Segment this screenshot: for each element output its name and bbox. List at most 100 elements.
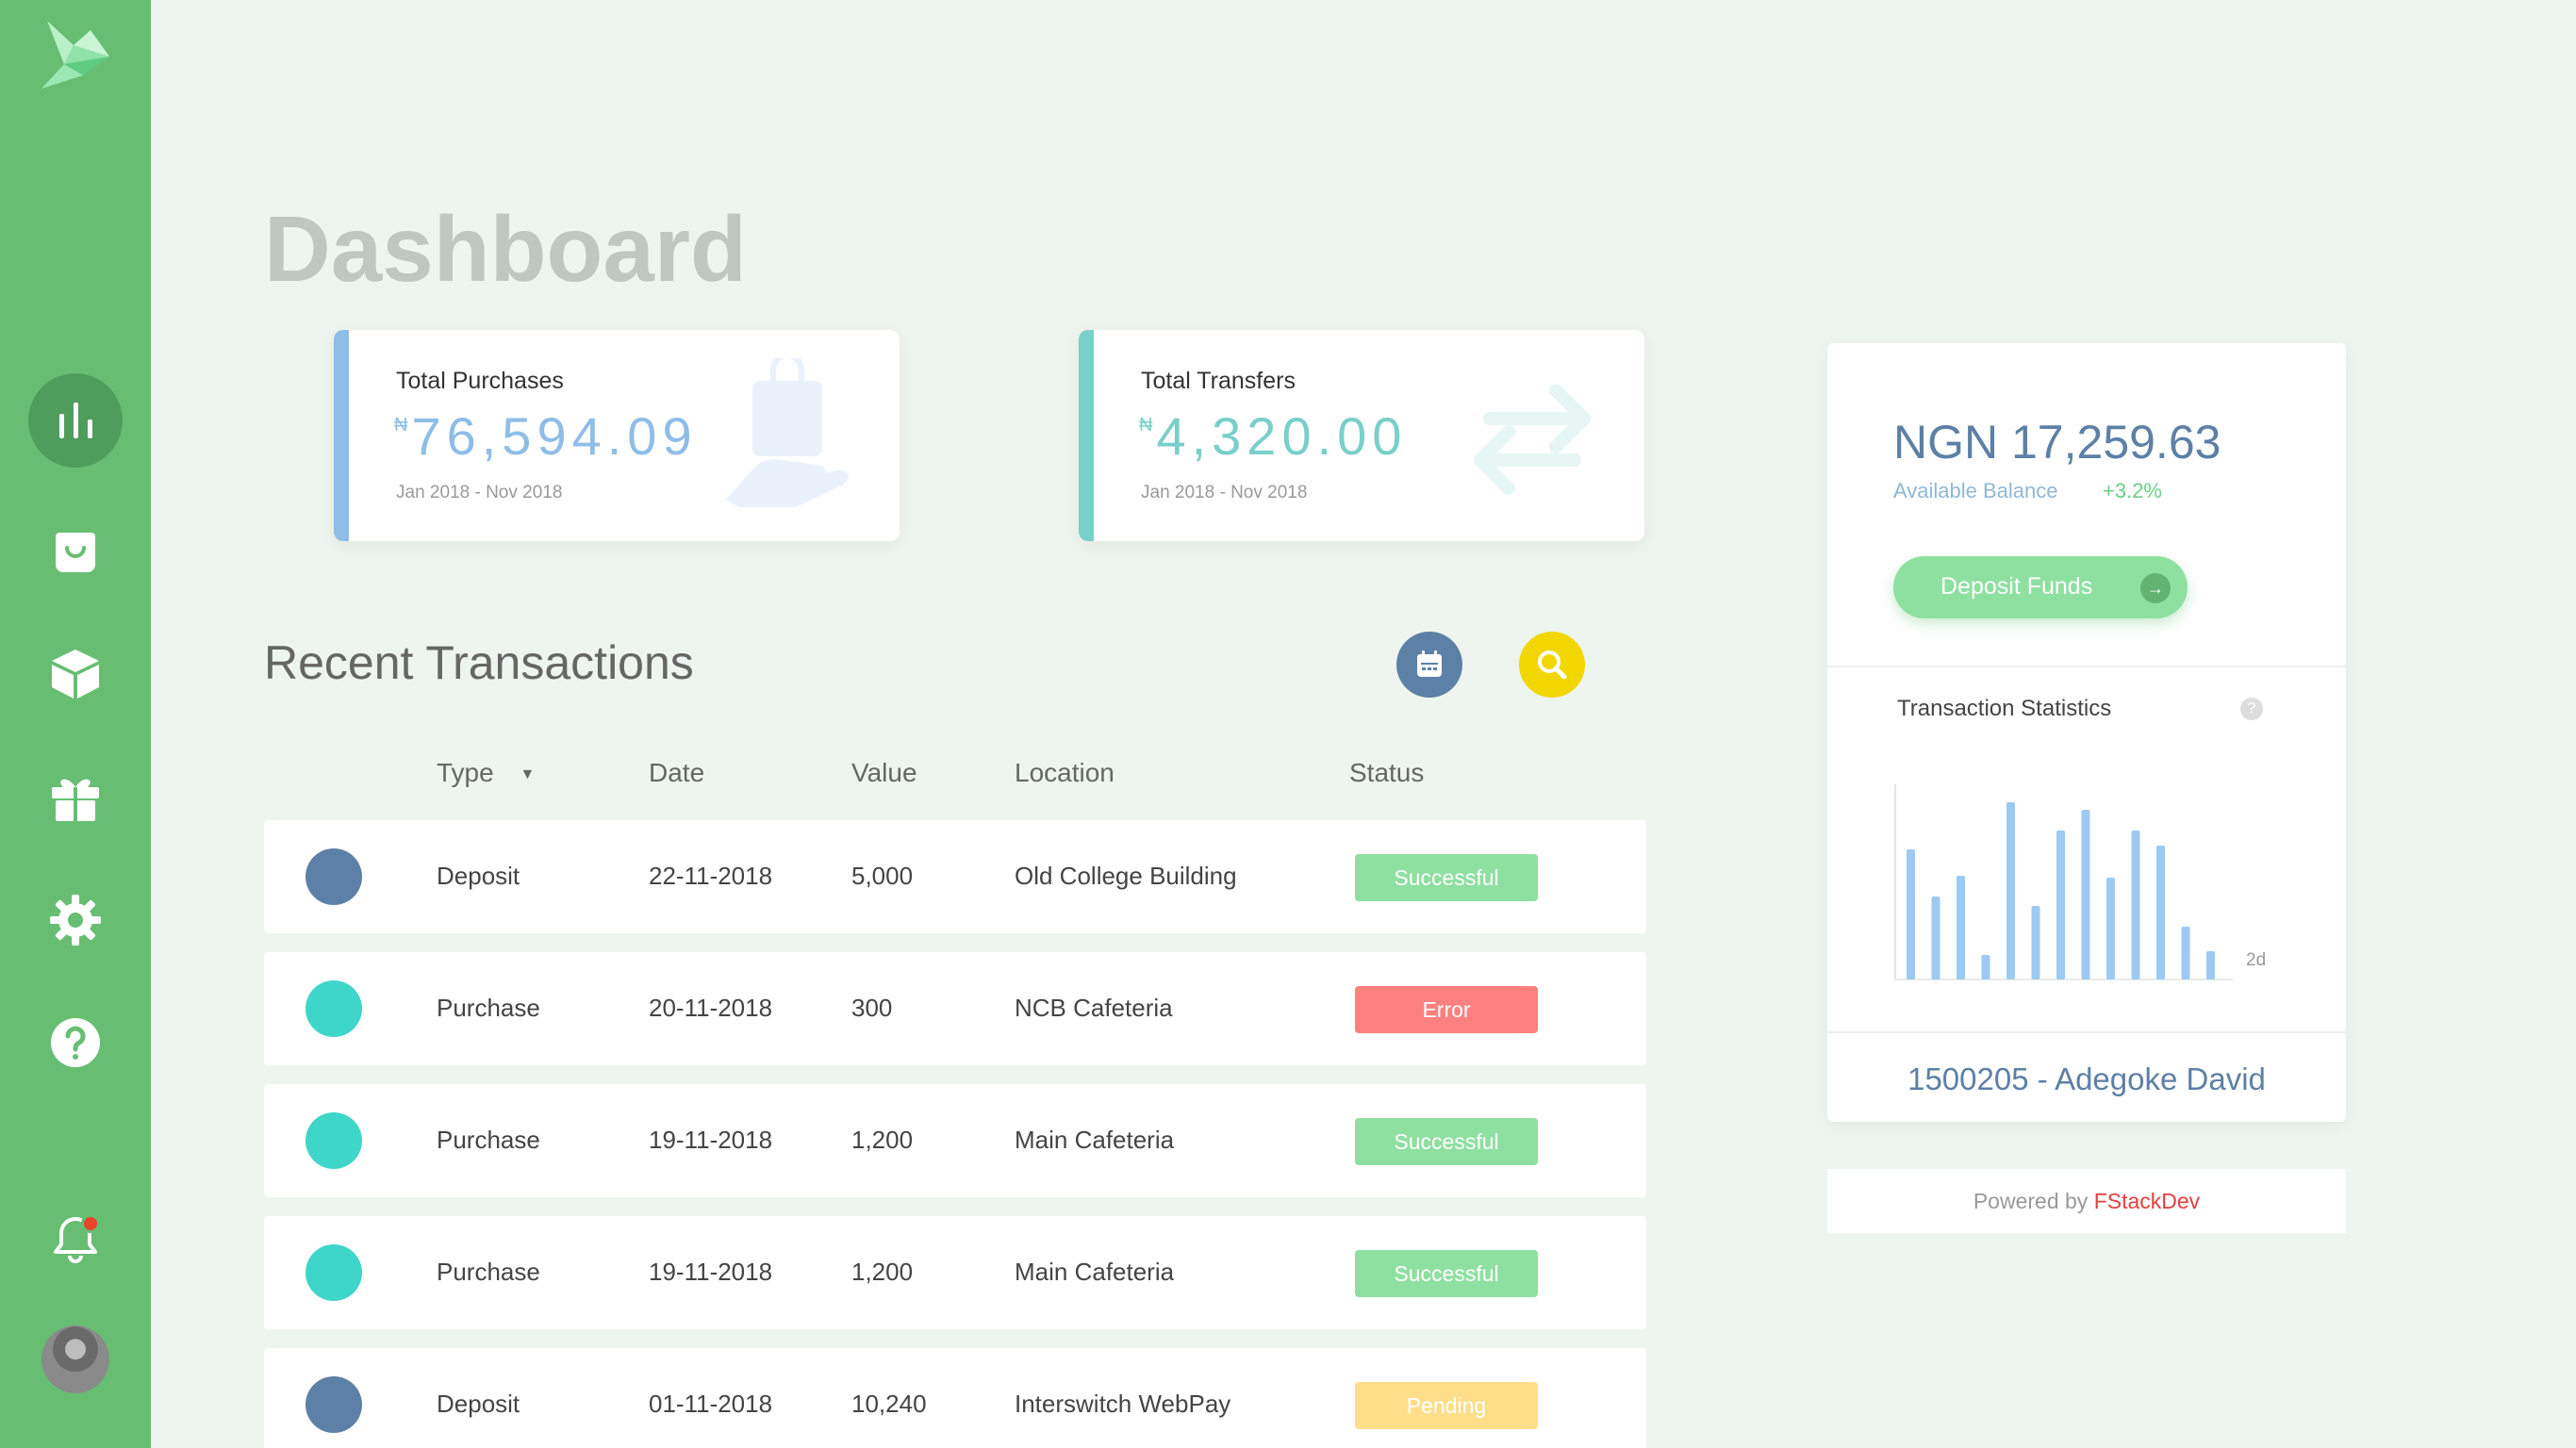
header-date: Date [649,758,705,787]
header-type[interactable]: Type ▼ [437,758,535,788]
card-period: Jan 2018 - Nov 2018 [1141,483,1308,502]
cell-location: Interswitch WebPay [1015,1390,1231,1418]
nav-products[interactable] [28,626,123,720]
chart-bar [1981,955,1990,979]
recent-transactions-title: Recent Transactions [264,636,694,689]
card-label: Total Purchases [396,368,564,394]
table-row[interactable]: Purchase 19-11-2018 1,200 Main Cafeteria Suc… [264,1084,1646,1197]
arrow-right-icon: → [2140,573,2171,603]
footer: Powered by FStackDev [1827,1169,2346,1233]
cell-value: 5,000 [851,862,914,890]
cell-type: Deposit [437,862,520,890]
avatar[interactable] [41,1325,109,1393]
type-indicator [305,980,362,1037]
nav-settings[interactable] [28,873,123,967]
cell-location: Main Cafeteria [1015,1258,1175,1286]
deposit-button-label: Deposit Funds [1940,573,2093,600]
chart-bar [1957,876,1965,979]
cell-value: 300 [851,994,893,1022]
card-amount: ₦4,320.00 [1139,405,1407,467]
table-row[interactable]: Purchase 19-11-2018 1,200 Main Cafeteria Suc… [264,1216,1646,1329]
header-type-label: Type [437,758,494,787]
page-title: Dashboard [264,197,747,301]
chart-bar [1931,897,1940,979]
logo [41,21,109,89]
cell-value: 1,200 [851,1126,914,1154]
total-purchases-card: Total Purchases ₦76,594.09 Jan 2018 - No… [334,330,900,541]
status-badge: Successful [1355,854,1538,901]
table-row[interactable]: Deposit 22-11-2018 5,000 Old College Buildi… [264,820,1646,933]
total-transfers-card: Total Transfers ₦4,320.00 Jan 2018 - Nov… [1079,330,1644,541]
chart-bar [2081,810,2090,979]
cell-location: Old College Building [1015,862,1237,890]
status-badge: Pending [1355,1382,1538,1429]
box-icon [52,650,99,699]
chart-bar [2056,831,2065,979]
status-badge: Error [1355,986,1538,1033]
notification-dot [81,1214,100,1233]
card-accent-stripe [334,330,349,541]
cell-location: Main Cafeteria [1015,1126,1175,1154]
calendar-button[interactable] [1396,632,1462,698]
nav-gifts[interactable] [28,750,123,845]
search-icon [1538,650,1567,680]
card-label: Total Transfers [1141,368,1296,394]
balance-card: NGN 17,259.63 Available Balance +3.2% De… [1827,343,2346,1122]
chart-bar [1907,849,1915,979]
chart-bar [2031,906,2040,979]
balance-change: +3.2% [2103,479,2162,502]
cell-value: 10,240 [851,1390,927,1418]
transaction-statistics-chart: 2d [1894,784,2266,980]
balance-label: Available Balance [1893,479,2058,502]
cell-date: 01-11-2018 [649,1390,773,1418]
nav-help[interactable] [28,996,123,1090]
divider [1827,1031,2346,1033]
type-indicator [305,1112,362,1169]
bar-chart-icon [59,403,92,438]
help-icon [51,1018,100,1067]
transfer-arrows-icon [1474,384,1591,495]
status-badge: Successful [1355,1118,1538,1165]
calendar-icon [1417,650,1442,677]
amount-value: 76,594.09 [411,406,698,466]
table-row[interactable]: Purchase 20-11-2018 300 NCB Cafeteria Error [264,952,1646,1065]
footer-brand-link[interactable]: FStackDev [2094,1189,2200,1213]
chart-bar [2006,802,2015,979]
cell-value: 1,200 [851,1258,914,1286]
cell-date: 19-11-2018 [649,1126,773,1154]
chart-bar [2156,846,2165,979]
shopping-bag-icon [56,533,95,572]
chart-bar [2106,878,2115,979]
help-icon[interactable]: ? [2240,698,2263,720]
nav-notifications[interactable] [28,1192,123,1286]
nav-dashboard[interactable] [28,373,123,468]
amount-value: 4,320.00 [1156,406,1408,466]
deposit-funds-button[interactable]: Deposit Funds → [1893,556,2188,618]
type-indicator [305,848,362,905]
card-amount: ₦76,594.09 [394,405,698,467]
gear-icon [50,895,101,946]
cell-date: 22-11-2018 [649,862,773,890]
header-value: Value [851,758,917,787]
cell-type: Deposit [437,1390,520,1418]
account-label: 1500205 - Adegoke David [1907,1061,2266,1096]
balance-amount: NGN 17,259.63 [1893,416,2221,469]
cell-date: 19-11-2018 [649,1258,773,1286]
chart-bar [2206,951,2215,979]
cell-type: Purchase [437,994,540,1022]
cell-type: Purchase [437,1126,540,1154]
status-badge: Successful [1355,1250,1538,1297]
chart-bar [2181,927,2190,979]
sort-caret-icon: ▼ [520,765,536,782]
card-accent-stripe [1079,330,1094,541]
cell-location: NCB Cafeteria [1015,994,1173,1022]
gift-icon [52,779,99,821]
chart-bar [2131,831,2140,979]
search-button[interactable] [1519,632,1585,698]
type-indicator [305,1376,362,1433]
nav-purchases[interactable] [28,503,123,598]
table-row[interactable]: Deposit 01-11-2018 10,240 Interswitch WebPa… [264,1348,1646,1448]
header-status: Status [1349,758,1425,787]
chart-x-tick-label: 2d [2246,950,2266,970]
sidebar [0,0,151,1448]
